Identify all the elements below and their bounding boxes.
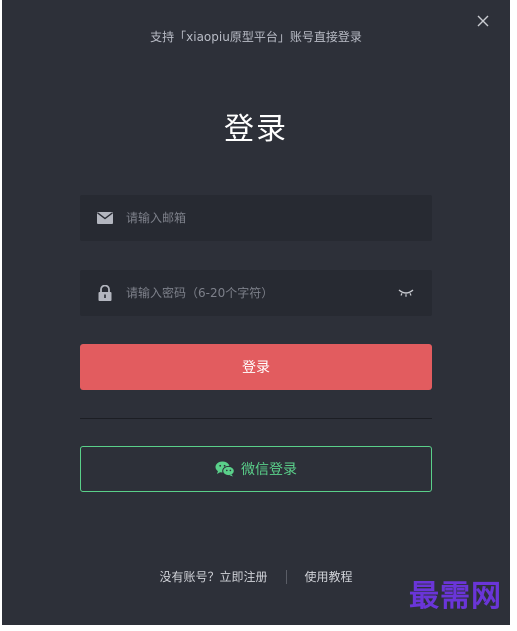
page-title: 登录	[224, 112, 288, 147]
wechat-login-button[interactable]: 微信登录	[80, 446, 432, 492]
login-button[interactable]: 登录	[80, 344, 432, 390]
login-dialog: 支持「xiaopiu原型平台」账号直接登录 登录 登录	[2, 0, 510, 625]
password-input[interactable]	[126, 286, 396, 300]
lock-icon	[96, 284, 114, 302]
email-field[interactable]	[80, 195, 432, 241]
password-field[interactable]	[80, 270, 432, 316]
wechat-icon	[215, 461, 235, 477]
login-button-label: 登录	[242, 360, 270, 376]
register-link[interactable]: 没有账号？立即注册	[159, 568, 267, 585]
email-input[interactable]	[126, 211, 432, 225]
mail-icon	[96, 209, 114, 227]
eye-closed-icon[interactable]	[396, 285, 416, 301]
footer-separator	[285, 569, 287, 584]
login-subtitle: 支持「xiaopiu原型平台」账号直接登录	[150, 30, 362, 44]
divider	[80, 418, 432, 419]
wechat-login-label: 微信登录	[241, 462, 297, 478]
tutorial-link[interactable]: 使用教程	[305, 568, 353, 585]
watermark-logo: 最需网	[409, 579, 502, 614]
